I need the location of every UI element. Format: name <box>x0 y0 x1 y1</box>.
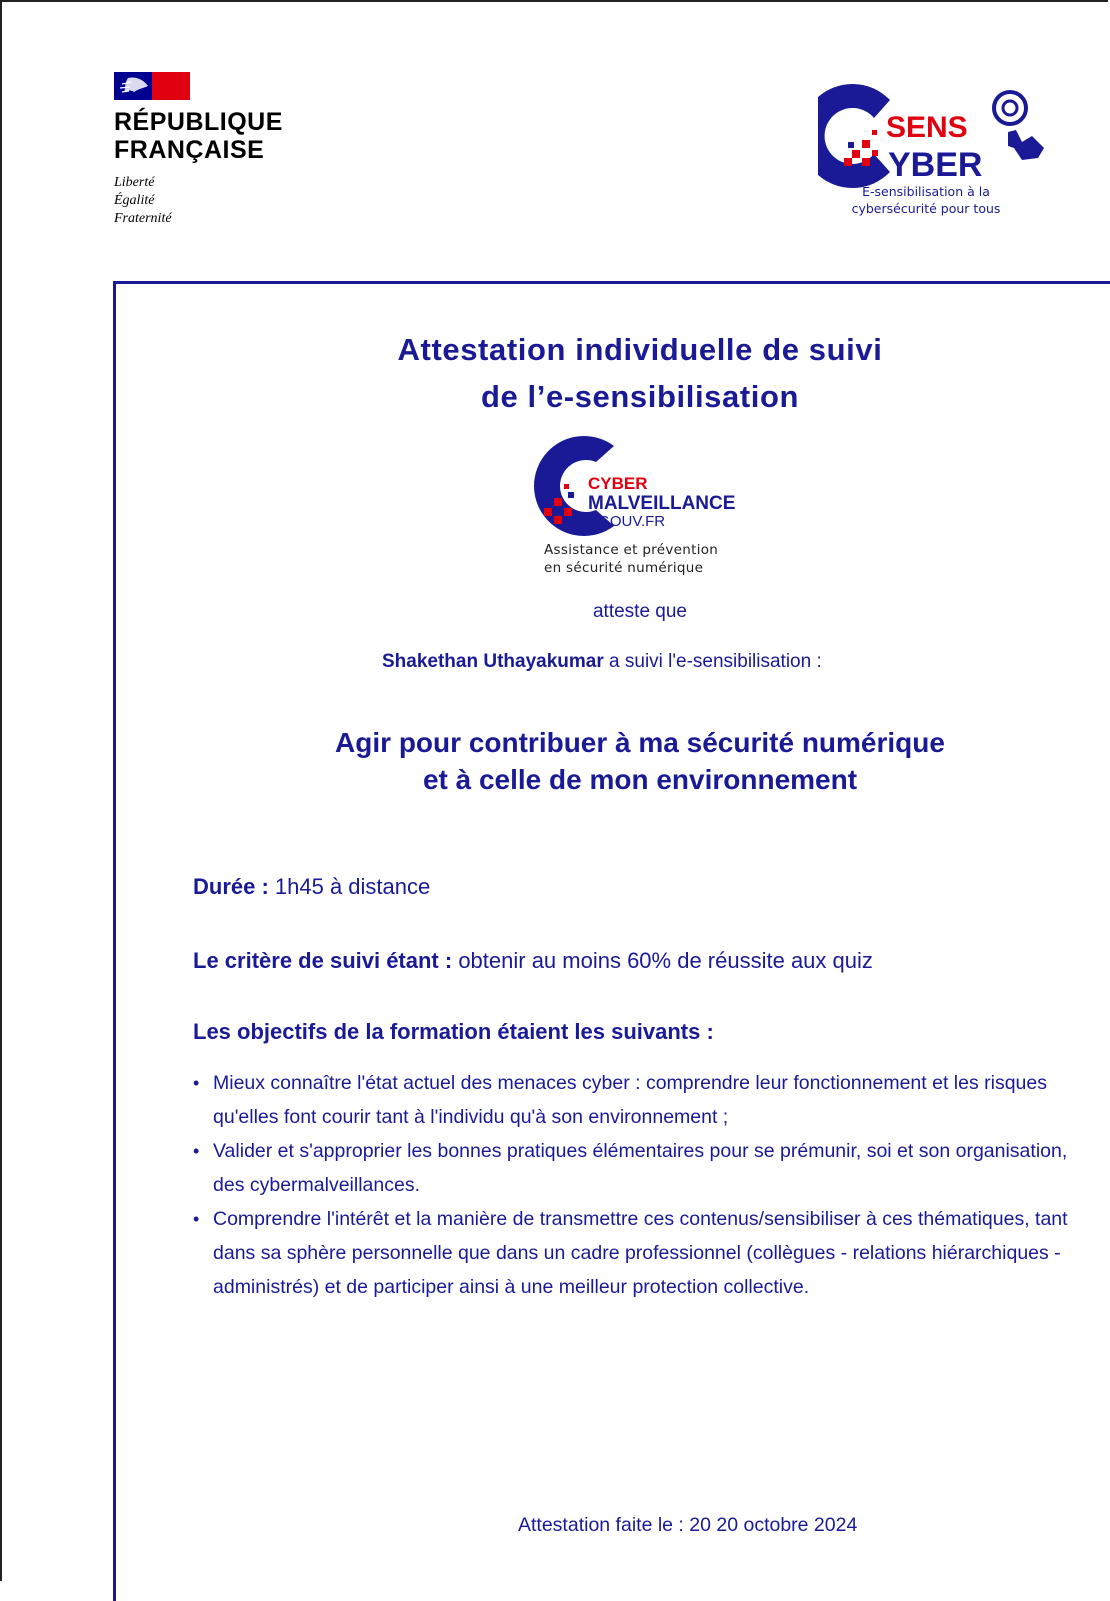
cybermalveillance-tagline: Assistance et prévention en sécurité num… <box>544 542 719 576</box>
svg-text:SENS: SENS <box>886 111 968 144</box>
person-line: Shakethan Uthayakumar a suivi l'e-sensib… <box>382 651 822 673</box>
page-title: Attestation individuelle de suivi de l’e… <box>397 332 883 414</box>
objectives-list: Mieux connaître l'état actuel des menace… <box>193 1066 1073 1304</box>
list-item: Comprendre l'intérêt et la manière de tr… <box>193 1202 1073 1304</box>
list-item: Mieux connaître l'état actuel des menace… <box>193 1066 1073 1134</box>
rf-name: RÉPUBLIQUE FRANÇAISE <box>114 108 283 164</box>
course-title: Agir pour contribuer à ma sécurité numér… <box>335 727 945 795</box>
duree-line: Durée : 1h45 à distance <box>193 874 431 899</box>
svg-text:MALVEILLANCE: MALVEILLANCE <box>588 493 735 514</box>
cybermalveillance-logo: CYBER MALVEILLANCE .GOUV.FR <box>534 436 735 536</box>
senscyber-tagline: E-sensibilisation à la cybersécurité pou… <box>851 184 1001 216</box>
rf-motto: Liberté Égalité Fraternité <box>114 175 172 226</box>
touch-hand-icon <box>992 90 1044 160</box>
critere-line: Le critère de suivi étant : obtenir au m… <box>193 948 873 973</box>
list-item: Valider et s'approprier les bonnes prati… <box>193 1134 1073 1202</box>
svg-text:YBER: YBER <box>888 146 982 184</box>
republique-francaise-logo: RÉPUBLIQUE FRANÇAISE Liberté Égalité Fra… <box>114 72 283 228</box>
person-name: Shakethan Uthayakumar <box>382 651 604 672</box>
svg-text:.GOUV.FR: .GOUV.FR <box>594 513 665 530</box>
svg-text:CYBER: CYBER <box>588 474 648 493</box>
atteste-que: atteste que <box>592 601 688 622</box>
attestation-date: Attestation faite le : 20 20 octobre 202… <box>518 1514 858 1536</box>
marianne-flag-icon <box>114 72 190 100</box>
suivi-text: a suivi l'e-sensibilisation : <box>603 651 822 672</box>
objectifs-heading: Les objectifs de la formation étaient le… <box>193 1019 714 1044</box>
